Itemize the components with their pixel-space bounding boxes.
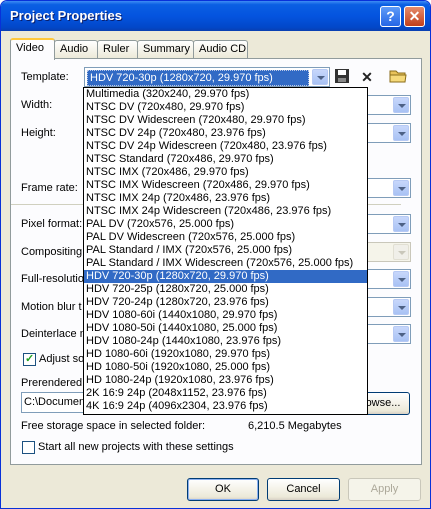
template-option[interactable]: NTSC IMX 24p (720x486, 23.976 fps) bbox=[84, 192, 367, 205]
template-label: Template: bbox=[21, 71, 69, 83]
project-properties-dialog: Project Properties ? ✕ Video Audio Ruler… bbox=[0, 0, 431, 509]
title-bar: Project Properties ? ✕ bbox=[1, 1, 430, 31]
adjust-label: Adjust so bbox=[39, 353, 85, 365]
template-option[interactable]: HDV 1080-60i (1440x1080, 29.970 fps) bbox=[84, 309, 367, 322]
full-resolution-label: Full-resolutio bbox=[21, 273, 84, 285]
tab-audio[interactable]: Audio bbox=[54, 40, 98, 58]
template-option[interactable]: 2K 16:9 24p (2048x1152, 23.976 fps) bbox=[84, 387, 367, 400]
motion-blur-label: Motion blur t bbox=[21, 301, 82, 313]
template-option[interactable]: NTSC DV 24p Widescreen (720x480, 23.976 … bbox=[84, 140, 367, 153]
chevron-down-icon[interactable] bbox=[393, 216, 409, 232]
template-option[interactable]: HDV 720-30p (1280x720, 29.970 fps) bbox=[84, 270, 367, 283]
adjust-checkbox[interactable] bbox=[23, 352, 36, 366]
frame-rate-dropdown[interactable] bbox=[361, 178, 411, 198]
tab-ruler[interactable]: Ruler bbox=[97, 40, 138, 58]
pixel-format-dropdown[interactable] bbox=[361, 214, 411, 234]
template-option[interactable]: HDV 720-25p (1280x720, 25.000 fps) bbox=[84, 283, 367, 296]
full-resolution-dropdown[interactable] bbox=[361, 269, 411, 289]
tab-summary[interactable]: Summary bbox=[137, 40, 194, 58]
chevron-down-icon[interactable] bbox=[393, 97, 409, 113]
frame-rate-label: Frame rate: bbox=[21, 182, 78, 194]
chevron-down-icon bbox=[393, 244, 409, 260]
save-template-icon[interactable] bbox=[333, 68, 351, 86]
template-dropdown[interactable]: HDV 720-30p (1280x720, 29.970 fps) bbox=[84, 67, 330, 87]
cancel-button[interactable]: Cancel bbox=[267, 478, 340, 501]
dialog-title: Project Properties bbox=[10, 8, 122, 23]
chevron-down-icon[interactable] bbox=[393, 180, 409, 196]
help-button[interactable]: ? bbox=[380, 6, 401, 27]
prerendered-path-field[interactable]: C:\Documen bbox=[21, 392, 91, 413]
chevron-down-icon[interactable] bbox=[393, 271, 409, 287]
tab-video[interactable]: Video bbox=[10, 38, 55, 60]
delete-template-icon[interactable]: ✕ bbox=[358, 68, 376, 86]
prerendered-label: Prerendered bbox=[21, 377, 83, 389]
height-label: Height: bbox=[21, 127, 56, 139]
template-option[interactable]: NTSC DV (720x480, 29.970 fps) bbox=[84, 101, 367, 114]
start-all-checkbox[interactable] bbox=[22, 441, 35, 454]
template-selected-value: HDV 720-30p (1280x720, 29.970 fps) bbox=[87, 70, 309, 86]
template-option[interactable]: HDV 1080-50i (1440x1080, 25.000 fps) bbox=[84, 322, 367, 335]
template-option[interactable]: HD 1080-24p (1920x1080, 23.976 fps) bbox=[84, 374, 367, 387]
template-option[interactable]: HD 1080-50i (1920x1080, 25.000 fps) bbox=[84, 361, 367, 374]
pixel-format-label: Pixel format: bbox=[21, 218, 83, 230]
template-option[interactable]: HDV 1080-24p (1440x1080, 23.976 fps) bbox=[84, 335, 367, 348]
template-dropdown-list: Multimedia (320x240, 29.970 fps) NTSC DV … bbox=[83, 87, 368, 415]
start-all-label: Start all new projects with these settin… bbox=[38, 441, 234, 453]
template-option[interactable]: NTSC Standard (720x486, 29.970 fps) bbox=[84, 153, 367, 166]
open-folder-icon[interactable] bbox=[389, 68, 407, 86]
template-option[interactable]: PAL DV (720x576, 25.000 fps) bbox=[84, 218, 367, 231]
chevron-down-icon[interactable] bbox=[312, 69, 328, 85]
compositing-label: Compositing bbox=[21, 246, 83, 258]
motion-blur-dropdown[interactable] bbox=[361, 297, 411, 317]
chevron-down-icon[interactable] bbox=[393, 125, 409, 141]
template-option[interactable]: NTSC DV 24p (720x480, 23.976 fps) bbox=[84, 127, 367, 140]
template-option[interactable]: NTSC IMX Widescreen (720x486, 29.970 fps… bbox=[84, 179, 367, 192]
chevron-down-icon[interactable] bbox=[393, 299, 409, 315]
template-option[interactable]: HDV 720-24p (1280x720, 23.976 fps) bbox=[84, 296, 367, 309]
width-dropdown[interactable] bbox=[361, 95, 411, 115]
deinterlace-label: Deinterlace m bbox=[21, 328, 89, 340]
template-option[interactable]: Multimedia (320x240, 29.970 fps) bbox=[84, 88, 367, 101]
template-option[interactable]: NTSC IMX 24p Widescreen (720x486, 23.976… bbox=[84, 205, 367, 218]
template-option[interactable]: NTSC DV Widescreen (720x480, 29.970 fps) bbox=[84, 114, 367, 127]
template-option[interactable]: PAL Standard / IMX Widescreen (720x576, … bbox=[84, 257, 367, 270]
height-dropdown[interactable] bbox=[361, 123, 411, 143]
close-button[interactable]: ✕ bbox=[404, 6, 425, 27]
chevron-down-icon[interactable] bbox=[393, 326, 409, 342]
compositing-dropdown bbox=[361, 242, 411, 262]
template-option[interactable]: PAL DV Widescreen (720x576, 25.000 fps) bbox=[84, 231, 367, 244]
free-storage-label: Free storage space in selected folder: bbox=[21, 420, 206, 432]
ok-button[interactable]: OK bbox=[187, 478, 259, 501]
apply-button: Apply bbox=[348, 478, 421, 501]
template-option[interactable]: 4K 16:9 24p (4096x2304, 23.976 fps) bbox=[84, 400, 367, 413]
free-storage-value: 6,210.5 Megabytes bbox=[248, 420, 342, 432]
tab-audio-cd[interactable]: Audio CD bbox=[193, 40, 248, 58]
template-option[interactable]: PAL Standard / IMX (720x576, 25.000 fps) bbox=[84, 244, 367, 257]
width-label: Width: bbox=[21, 99, 53, 111]
template-option[interactable]: NTSC IMX (720x486, 29.970 fps) bbox=[84, 166, 367, 179]
deinterlace-dropdown[interactable] bbox=[361, 324, 411, 344]
template-option[interactable]: HD 1080-60i (1920x1080, 29.970 fps) bbox=[84, 348, 367, 361]
